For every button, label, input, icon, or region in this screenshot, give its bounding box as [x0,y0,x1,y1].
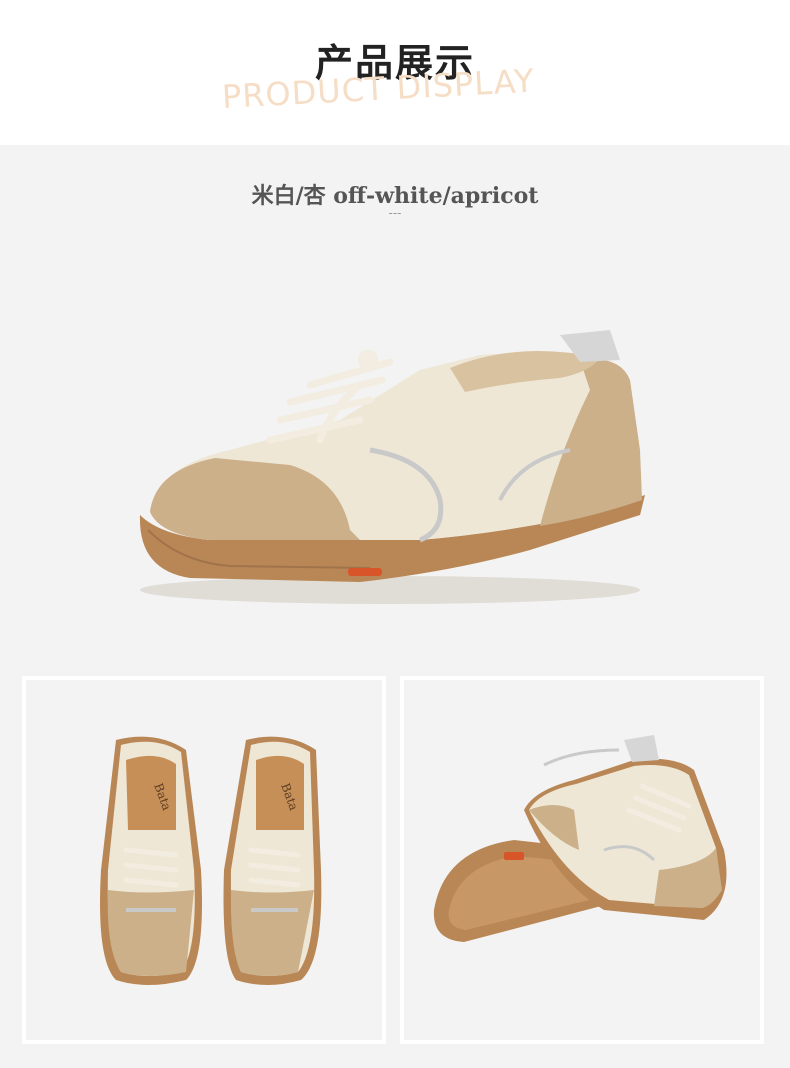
color-label-divider: --- [388,206,402,220]
product-display-page: 产品展示 PRODUCT DISPLAY 米白/杏 off-white/apri… [0,0,790,1068]
thumbnail-angle-view[interactable] [400,676,764,1044]
thumbnail-top-view[interactable]: Bata Bata [22,676,386,1044]
shoe-shadow [140,576,640,604]
angle-view-image [433,735,727,942]
sole-orange-tab [348,568,382,576]
right-shoe-top: Bata [223,736,322,985]
main-product-image [139,330,645,604]
left-shoe-top: Bata [100,736,202,985]
header: 产品展示 PRODUCT DISPLAY [0,0,790,145]
top-view-image: Bata Bata [100,736,322,985]
